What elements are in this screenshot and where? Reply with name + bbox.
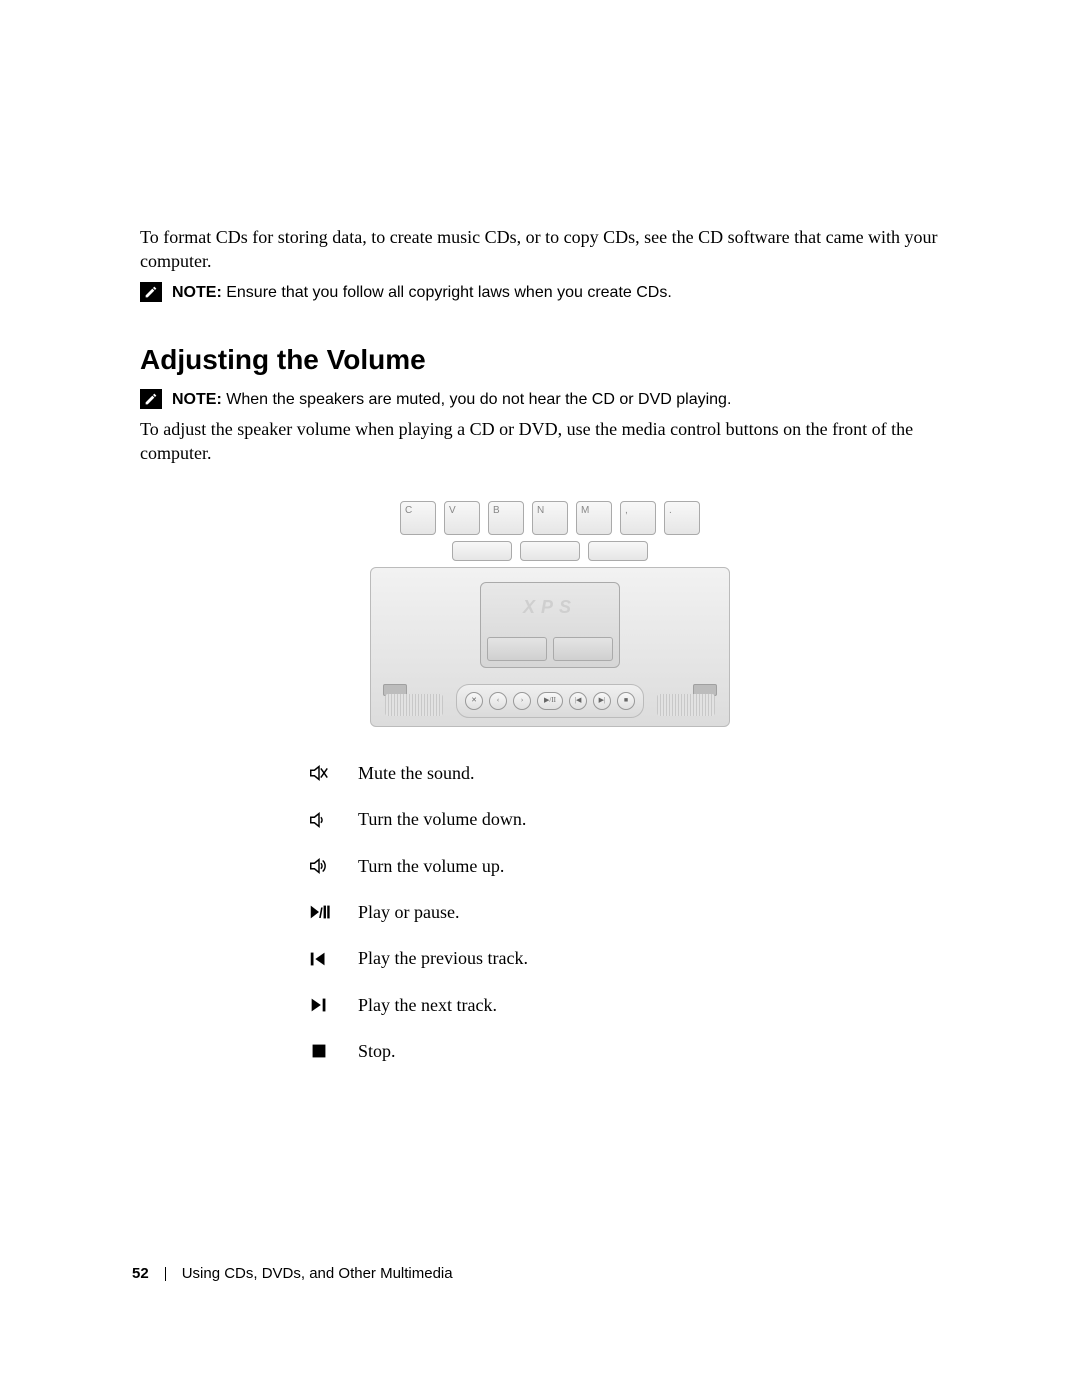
control-row: Play the next track. bbox=[306, 993, 960, 1017]
laptop-figure: CVBNM,. XPS ✕ ‹ › ▶/II |◀ ▶| ■ bbox=[140, 501, 960, 727]
page-number: 52 bbox=[132, 1264, 149, 1284]
footer-section-title: Using CDs, DVDs, and Other Multimedia bbox=[182, 1264, 453, 1284]
control-row: Mute the sound. bbox=[306, 761, 960, 785]
keyboard-key: M bbox=[576, 501, 612, 535]
control-row: Play the previous track. bbox=[306, 946, 960, 970]
intro-paragraph: To format CDs for storing data, to creat… bbox=[140, 225, 960, 274]
laptop-brand-label: XPS bbox=[481, 595, 619, 619]
keyboard-key: C bbox=[400, 501, 436, 535]
control-description: Turn the volume down. bbox=[358, 807, 526, 831]
note-1-body: Ensure that you follow all copyright law… bbox=[226, 284, 672, 301]
control-description: Play the previous track. bbox=[358, 946, 528, 970]
keyboard-key: N bbox=[532, 501, 568, 535]
footer-divider bbox=[165, 1267, 166, 1281]
control-description: Play the next track. bbox=[358, 993, 497, 1017]
note-1-text: NOTE: Ensure that you follow all copyrig… bbox=[172, 282, 672, 304]
page-footer: 52 Using CDs, DVDs, and Other Multimedia bbox=[132, 1264, 453, 1284]
control-row: Play or pause. bbox=[306, 900, 960, 924]
prev-track-icon bbox=[306, 948, 332, 970]
keyboard-key bbox=[452, 541, 512, 561]
media-button-vol-up: › bbox=[513, 692, 531, 710]
keyboard-row-1: CVBNM,. bbox=[370, 501, 730, 535]
media-button-vol-down: ‹ bbox=[489, 692, 507, 710]
note-2-label: NOTE: bbox=[172, 391, 222, 408]
control-description: Play or pause. bbox=[358, 900, 459, 924]
document-page: To format CDs for storing data, to creat… bbox=[0, 0, 1080, 1397]
laptop-illustration: CVBNM,. XPS ✕ ‹ › ▶/II |◀ ▶| ■ bbox=[370, 501, 730, 727]
media-button-stop: ■ bbox=[617, 692, 635, 710]
keyboard-row-2 bbox=[370, 541, 730, 561]
pencil-note-icon bbox=[140, 389, 162, 409]
control-row: Turn the volume up. bbox=[306, 854, 960, 878]
touchpad-right-button bbox=[553, 637, 613, 661]
stop-icon bbox=[306, 1040, 332, 1062]
media-control-strip: ✕ ‹ › ▶/II |◀ ▶| ■ bbox=[456, 684, 644, 718]
control-description: Stop. bbox=[358, 1039, 396, 1063]
control-row: Turn the volume down. bbox=[306, 807, 960, 831]
control-description: Turn the volume up. bbox=[358, 854, 504, 878]
play-pause-icon bbox=[306, 901, 332, 923]
touchpad-left-button bbox=[487, 637, 547, 661]
keyboard-key: . bbox=[664, 501, 700, 535]
note-2: NOTE: When the speakers are muted, you d… bbox=[140, 387, 960, 411]
note-2-body: When the speakers are muted, you do not … bbox=[226, 391, 731, 408]
media-controls-legend: Mute the sound. Turn the volume down. Turn… bbox=[306, 761, 960, 1063]
laptop-palmrest: XPS ✕ ‹ › ▶/II |◀ ▶| ■ bbox=[370, 567, 730, 727]
keyboard-key bbox=[520, 541, 580, 561]
next-track-icon bbox=[306, 994, 332, 1016]
keyboard-key: , bbox=[620, 501, 656, 535]
section-heading: Adjusting the Volume bbox=[140, 341, 960, 379]
volume-down-icon bbox=[306, 809, 332, 831]
note-1: NOTE: Ensure that you follow all copyrig… bbox=[140, 280, 960, 304]
media-button-play-pause: ▶/II bbox=[537, 692, 563, 710]
volume-up-icon bbox=[306, 855, 332, 877]
control-row: Stop. bbox=[306, 1039, 960, 1063]
media-button-prev: |◀ bbox=[569, 692, 587, 710]
keyboard-key bbox=[588, 541, 648, 561]
speaker-grill-left bbox=[385, 694, 443, 716]
speaker-grill-right bbox=[657, 694, 715, 716]
media-button-next: ▶| bbox=[593, 692, 611, 710]
note-2-text: NOTE: When the speakers are muted, you d… bbox=[172, 389, 731, 411]
touchpad: XPS bbox=[480, 582, 620, 668]
keyboard-key: B bbox=[488, 501, 524, 535]
body-paragraph: To adjust the speaker volume when playin… bbox=[140, 417, 960, 466]
touchpad-buttons bbox=[487, 637, 613, 661]
keyboard-key: V bbox=[444, 501, 480, 535]
control-description: Mute the sound. bbox=[358, 761, 475, 785]
media-button-mute: ✕ bbox=[465, 692, 483, 710]
mute-icon bbox=[306, 762, 332, 784]
pencil-note-icon bbox=[140, 282, 162, 302]
note-1-label: NOTE: bbox=[172, 284, 222, 301]
